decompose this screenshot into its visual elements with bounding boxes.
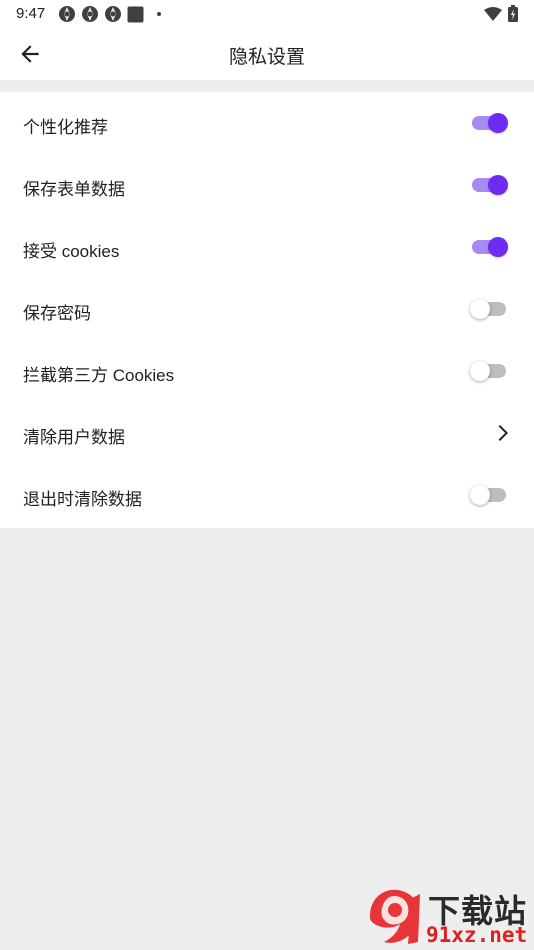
toggle-thumb bbox=[488, 175, 508, 195]
setting-label: 个性化推荐 bbox=[23, 118, 108, 137]
personalized-recommendation-toggle[interactable] bbox=[470, 113, 508, 133]
site-watermark: 91 下载站 91xz.net bbox=[362, 882, 534, 950]
setting-clear-user-data[interactable]: 清除用户数据 bbox=[0, 402, 534, 464]
wifi-icon bbox=[484, 6, 502, 21]
setting-label: 退出时清除数据 bbox=[23, 490, 142, 509]
section-divider bbox=[0, 80, 534, 92]
setting-block-third-party-cookies[interactable]: 拦截第三方 Cookies bbox=[0, 340, 534, 402]
system-icons bbox=[484, 5, 518, 22]
setting-personalized-recommendation[interactable]: 个性化推荐 bbox=[0, 92, 534, 154]
toggle-thumb bbox=[488, 237, 508, 257]
save-passwords-toggle[interactable] bbox=[470, 299, 508, 319]
setting-label: 接受 cookies bbox=[23, 242, 120, 261]
clear-data-on-exit-toggle[interactable] bbox=[470, 485, 508, 505]
aperture-icon bbox=[59, 6, 75, 22]
more-notifications-dot-icon bbox=[157, 12, 161, 16]
setting-clear-data-on-exit[interactable]: 退出时清除数据 bbox=[0, 464, 534, 526]
page-title: 隐私设置 bbox=[228, 47, 305, 68]
save-form-data-toggle[interactable] bbox=[470, 175, 508, 195]
setting-save-form-data[interactable]: 保存表单数据 bbox=[0, 154, 534, 216]
toggle-thumb bbox=[470, 361, 490, 381]
battery-icon bbox=[508, 5, 518, 22]
status-time: 9:47 bbox=[16, 5, 46, 22]
setting-label: 拦截第三方 Cookies bbox=[23, 366, 175, 385]
setting-label: 保存密码 bbox=[23, 304, 91, 323]
watermark-logo-icon: 91 bbox=[370, 889, 420, 944]
aperture-icon bbox=[82, 6, 98, 22]
aperture-icon bbox=[105, 6, 121, 22]
toggle-thumb bbox=[470, 485, 490, 505]
accept-cookies-toggle[interactable] bbox=[470, 237, 508, 257]
toggle-thumb bbox=[470, 299, 490, 319]
watermark-subtitle: 91xz.net bbox=[426, 923, 528, 947]
app-bar: 隐私设置 bbox=[0, 28, 534, 80]
block-third-party-cookies-toggle[interactable] bbox=[470, 361, 508, 381]
setting-label: 保存表单数据 bbox=[23, 180, 125, 199]
toggle-thumb bbox=[488, 113, 508, 133]
chevron-right-icon[interactable] bbox=[490, 421, 514, 445]
square-app-icon bbox=[127, 6, 144, 22]
setting-accept-cookies[interactable]: 接受 cookies bbox=[0, 216, 534, 278]
setting-label: 清除用户数据 bbox=[23, 428, 125, 447]
status-bar: 9:47 bbox=[0, 0, 534, 28]
privacy-settings-list: 个性化推荐 保存表单数据 接受 cookies 保存密码 拦截第三方 Cooki… bbox=[0, 92, 534, 528]
setting-save-passwords[interactable]: 保存密码 bbox=[0, 278, 534, 340]
notification-icons bbox=[58, 5, 161, 23]
